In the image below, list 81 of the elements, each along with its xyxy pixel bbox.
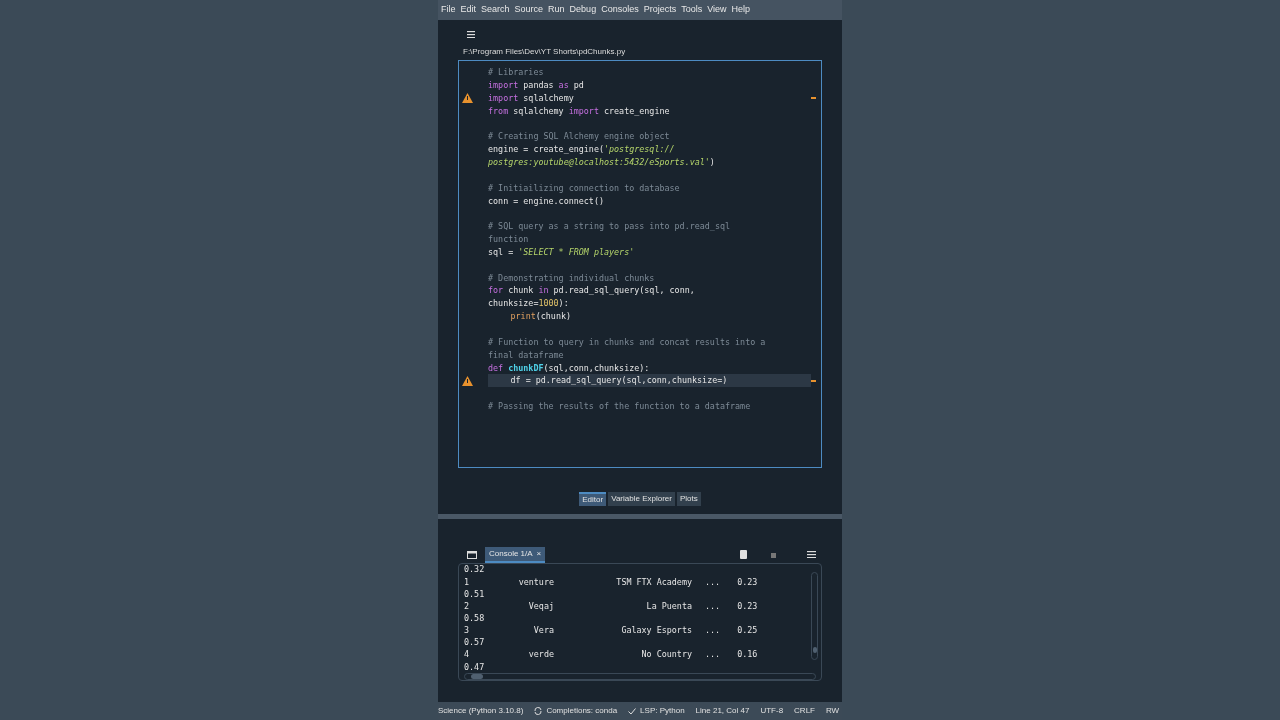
code-line: chunksize=1000): [488,297,569,310]
console-value: 0.58 [464,612,485,625]
menu-icon[interactable] [807,551,816,558]
code-line: for chunk in pd.read_sql_query(sql, conn, [488,284,695,298]
code-line: final dataframe [488,348,564,362]
code-line: conn = engine.connect() [488,194,604,208]
ellipsis: ... [705,599,721,613]
warning-marker [811,97,816,100]
menu-item[interactable]: Run [548,3,565,17]
code-line: from sqlalchemy import create_engine [488,104,670,118]
code-line: import sqlalchemy [488,91,574,105]
row-value: 0.23 [737,575,758,589]
code-line: # Initiailizing connection to database [488,181,680,195]
player-name: venture [517,575,554,589]
row-index: 2 [464,599,471,613]
environment-label: Science (Python 3.10.8) [438,705,524,717]
check-icon [628,707,637,715]
menu-item[interactable]: Search [481,3,510,17]
code-line: # Passing the results of the function to a dataframe [488,400,751,413]
menu-item[interactable]: Help [731,3,751,17]
code-line: # Function to query in chunks and concat results into a [488,335,766,349]
code-line: print(chunk) [510,310,571,323]
code-line: function [488,233,529,246]
console-value: 0.57 [464,636,485,649]
team-name: La Puenta [645,599,692,613]
warning-icon [462,93,473,104]
console-value: 0.32 [464,564,485,577]
team-name: Galaxy Esports [620,624,692,637]
sync-icon [534,707,543,715]
encoding-label: UTF-8 [760,705,784,717]
menu-item[interactable]: Projects [643,3,677,17]
player-name: verde [527,648,554,662]
code-line: # Demonstrating individual chunks [488,271,655,285]
player-name: Vera [532,624,554,637]
ellipsis: ... [705,575,721,589]
menu-item[interactable]: Source [514,3,544,17]
console-value: 0.51 [464,587,485,601]
cursor-position: Line 21, Col 47 [695,705,750,717]
menu-icon[interactable] [467,30,475,38]
row-index: 4 [464,648,471,662]
row-index: 3 [464,624,471,637]
warning-marker [811,379,816,382]
menu-item[interactable]: Debug [569,3,597,17]
row-value: 0.23 [737,599,758,613]
menu-item[interactable]: Consoles [601,3,639,17]
clipboard-icon[interactable] [740,550,747,559]
menu-item[interactable]: File [441,3,456,17]
code-line: df = pd.read_sql_query(sql,conn,chunksize=) [510,374,728,387]
player-name: Veqaj [527,599,554,613]
line-ending-label: CRLF [794,705,815,717]
close-button[interactable]: × [536,548,542,560]
pane-tab[interactable]: Variable Explorer [608,492,675,506]
completions-label: Completions: conda [546,705,618,717]
menu-item[interactable]: View [707,3,727,17]
pane-tab[interactable]: Editor [579,492,607,506]
ellipsis: ... [705,624,721,637]
code-line: postgres:youtube@localhost:5432/eSports.val') [488,156,715,169]
menu-item[interactable]: Tools [681,3,703,17]
warning-icon [462,375,473,386]
pane-tab[interactable]: Plots [676,492,701,506]
file-path: F:\Program Files\Dev\YT Shorts\pdChunks.py [463,47,627,57]
row-value: 0.16 [737,648,758,662]
console-tab[interactable]: Console 1/A × [485,547,546,563]
code-line: sql = 'SELECT * FROM players' [488,245,635,259]
row-index: 1 [464,575,471,589]
console-tab-label: Console 1/A [489,548,533,560]
team-name: No Country [640,648,692,662]
ellipsis: ... [705,648,721,662]
file-mode-label: RW [826,705,840,717]
team-name: TSM FTX Academy [615,575,692,589]
menu-item[interactable]: Edit [460,3,477,17]
code-line: def chunkDF(sql,conn,chunksize): [488,361,650,375]
code-line: import pandas as pd [488,78,584,92]
code-line: # SQL query as a string to pass into pd.read_sql [488,220,731,233]
lsp-label: LSP: Python [640,705,685,717]
code-line: engine = create_engine('postgresql:// [488,143,675,156]
row-value: 0.25 [737,624,758,637]
console-value: 0.47 [464,660,485,674]
code-line: # Creating SQL Alchemy engine object [488,130,670,143]
code-line: # Libraries [488,66,544,79]
window-icon[interactable] [467,551,477,559]
